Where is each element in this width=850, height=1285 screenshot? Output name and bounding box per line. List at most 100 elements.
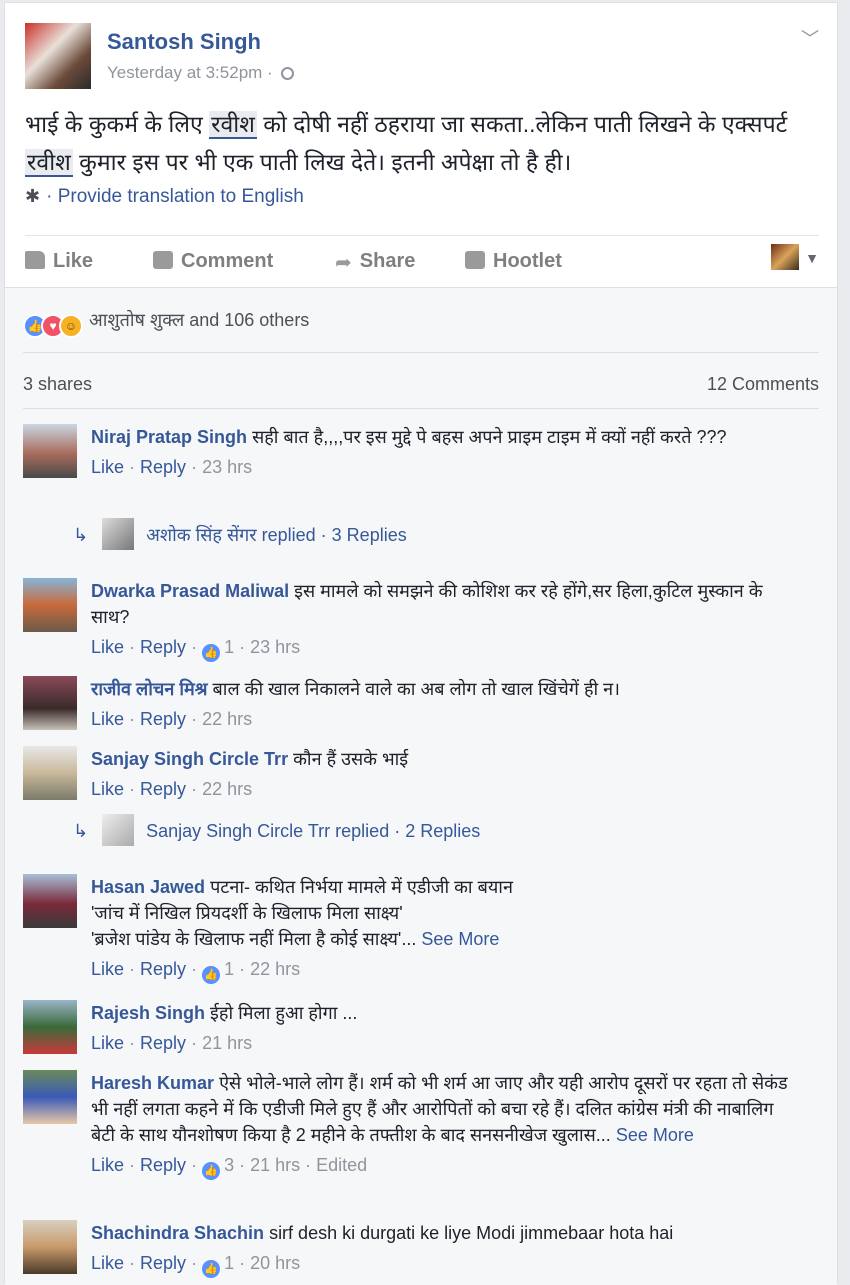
mention-link-2[interactable]: रवीश	[25, 149, 73, 177]
commenter-name[interactable]: Hasan Jawed	[91, 877, 205, 897]
comment-time[interactable]: 22 hrs	[202, 779, 252, 799]
comment-body: Dwarka Prasad Maliwal इस मामले को समझने …	[91, 578, 801, 662]
avatar[interactable]	[23, 1070, 77, 1124]
comment-meta: Like · Reply · 👍 1 · 23 hrs	[91, 634, 801, 662]
comment-like-link[interactable]: Like	[91, 637, 124, 657]
commenter-name[interactable]: Rajesh Singh	[91, 1003, 205, 1023]
avatar[interactable]	[23, 1000, 77, 1054]
comment-time[interactable]: 23 hrs	[250, 637, 300, 657]
dot-separator: ·	[267, 63, 278, 82]
comment-label: Comment	[181, 250, 274, 272]
comment-meta: Like · Reply · 22 hrs	[91, 709, 253, 729]
post-timestamp[interactable]: Yesterday at 3:52pm ·	[107, 63, 295, 83]
author-avatar[interactable]	[25, 23, 91, 89]
comment-body: Sanjay Singh Circle Trr कौन हैं उसके भाई…	[91, 746, 801, 802]
comment-reply-link[interactable]: Reply	[140, 1253, 186, 1273]
comment-text: sirf desh ki durgati ke liye Modi jimmeb…	[269, 1223, 674, 1243]
reactions-summary[interactable]: 👍 ♥ ☺ आशुतोष शुक्ल and 106 others	[23, 308, 309, 338]
comment-button[interactable]: Comment	[153, 250, 273, 273]
comment-like-link[interactable]: Like	[91, 779, 124, 799]
caret-down-icon[interactable]: ▼	[805, 250, 819, 266]
share-button[interactable]: ➦ Share	[335, 250, 415, 274]
avatar[interactable]	[23, 578, 77, 632]
timestamp-text[interactable]: Yesterday at 3:52pm	[107, 63, 262, 82]
divider	[23, 408, 819, 409]
post-text-part1: भाई के कुकर्म के लिए	[25, 111, 210, 137]
like-count[interactable]: 1	[224, 1253, 234, 1273]
comment-reply-link[interactable]: Reply	[140, 457, 186, 477]
comment-like-link[interactable]: Like	[91, 709, 124, 729]
reply-arrow-icon: ↳	[73, 821, 89, 841]
comment-text-line3: 'ब्रजेश पांडेय के खिलाफ नहीं मिला है कोई…	[91, 929, 417, 949]
comment-reply-link[interactable]: Reply	[140, 959, 186, 979]
replies-link[interactable]: ↳ अशोक सिंह सेंगर replied · 3 Replies	[73, 518, 407, 550]
comment-reply-link[interactable]: Reply	[140, 709, 186, 729]
comment-time[interactable]: 21 hrs	[202, 1033, 252, 1053]
avatar[interactable]	[23, 874, 77, 928]
see-more-link[interactable]: See More	[421, 929, 499, 949]
like-count[interactable]: 1	[224, 637, 234, 657]
gear-icon: ✱	[25, 186, 41, 206]
avatar	[102, 814, 135, 846]
comment-body: राजीव लोचन मिश्र बाल की खाल निकालने वाले…	[91, 676, 801, 732]
thumbs-up-icon	[25, 251, 45, 269]
shares-count[interactable]: 3 shares	[23, 374, 92, 395]
avatar[interactable]	[23, 1220, 77, 1274]
divider	[23, 352, 819, 353]
comment-time[interactable]: 22 hrs	[250, 959, 300, 979]
commenter-name[interactable]: Haresh Kumar	[91, 1073, 214, 1093]
avatar[interactable]	[23, 746, 77, 800]
commenter-name[interactable]: राजीव लोचन मिश्र	[91, 679, 208, 699]
like-count-icon: 👍	[202, 1260, 221, 1278]
comment-time[interactable]: 23 hrs	[202, 457, 252, 477]
globe-icon[interactable]	[281, 67, 295, 80]
comment-time[interactable]: 21 hrs	[250, 1155, 300, 1175]
comment-icon	[153, 251, 173, 269]
commenter-name[interactable]: Niraj Pratap Singh	[91, 427, 247, 447]
commenter-name[interactable]: Dwarka Prasad Maliwal	[91, 581, 289, 601]
commenter-name[interactable]: Shachindra Shachin	[91, 1223, 264, 1243]
comments-count[interactable]: 12 Comments	[707, 374, 819, 395]
comment-like-link[interactable]: Like	[91, 1033, 124, 1053]
comment-text: पटना- कथित निर्भया मामले में एडीजी का बय…	[210, 877, 513, 897]
haha-reaction-icon: ☺	[59, 314, 83, 338]
hootlet-button[interactable]: Hootlet	[465, 250, 562, 273]
translate-link[interactable]: ✱ · Provide translation to English	[25, 186, 304, 208]
comment-text: कौन हैं उसके भाई	[293, 749, 409, 769]
see-more-link[interactable]: See More	[616, 1125, 694, 1145]
like-label: Like	[53, 250, 94, 272]
post-text: भाई के कुकर्म के लिए रवीश को दोषी नहीं ठ…	[25, 105, 815, 181]
avatar[interactable]	[23, 676, 77, 730]
mention-link[interactable]: रवीश	[209, 111, 257, 139]
edited-label[interactable]: Edited	[316, 1155, 367, 1175]
like-count[interactable]: 3	[224, 1155, 234, 1175]
comment-meta: Like · Reply · 👍 1 · 20 hrs	[91, 1250, 801, 1278]
comment-like-link[interactable]: Like	[91, 457, 124, 477]
commenter-name[interactable]: Sanjay Singh Circle Trr	[91, 749, 288, 769]
translate-separator: ·	[46, 186, 58, 207]
comment-body: Niraj Pratap Singh सही बात है,,,,पर इस म…	[91, 424, 801, 480]
comment-like-link[interactable]: Like	[91, 1253, 124, 1273]
comment-reply-link[interactable]: Reply	[140, 1155, 186, 1175]
avatar[interactable]	[23, 424, 77, 478]
like-count[interactable]: 1	[224, 959, 234, 979]
replies-link[interactable]: ↳ Sanjay Singh Circle Trr replied · 2 Rep…	[73, 814, 480, 846]
action-bar: Like Comment ➦ Share Hootlet ▼	[25, 235, 819, 288]
comment-like-link[interactable]: Like	[91, 1155, 124, 1175]
comment-body: Rajesh Singh ईहो मिला हुआ होगा ... Like …	[91, 1000, 801, 1056]
like-button[interactable]: Like	[25, 250, 93, 273]
post-card: Santosh Singh Yesterday at 3:52pm · ﹀ भा…	[4, 2, 838, 1285]
author-name[interactable]: Santosh Singh	[107, 29, 261, 55]
comment-reply-link[interactable]: Reply	[140, 779, 186, 799]
comment-like-link[interactable]: Like	[91, 959, 124, 979]
comment-time[interactable]: 20 hrs	[250, 1253, 300, 1273]
comment-text: बाल की खाल निकालने वाले का अब लोग तो खाल…	[212, 679, 620, 699]
page-avatar-selector[interactable]	[771, 244, 799, 270]
replies-count: 2 Replies	[405, 821, 481, 841]
comment-reply-link[interactable]: Reply	[140, 637, 186, 657]
comment-reply-link[interactable]: Reply	[140, 1033, 186, 1053]
reactions-text[interactable]: आशुतोष शुक्ल and 106 others	[89, 310, 309, 330]
translate-label[interactable]: Provide translation to English	[58, 186, 304, 207]
comment-time[interactable]: 22 hrs	[202, 709, 252, 729]
chevron-down-icon[interactable]: ﹀	[801, 25, 819, 51]
